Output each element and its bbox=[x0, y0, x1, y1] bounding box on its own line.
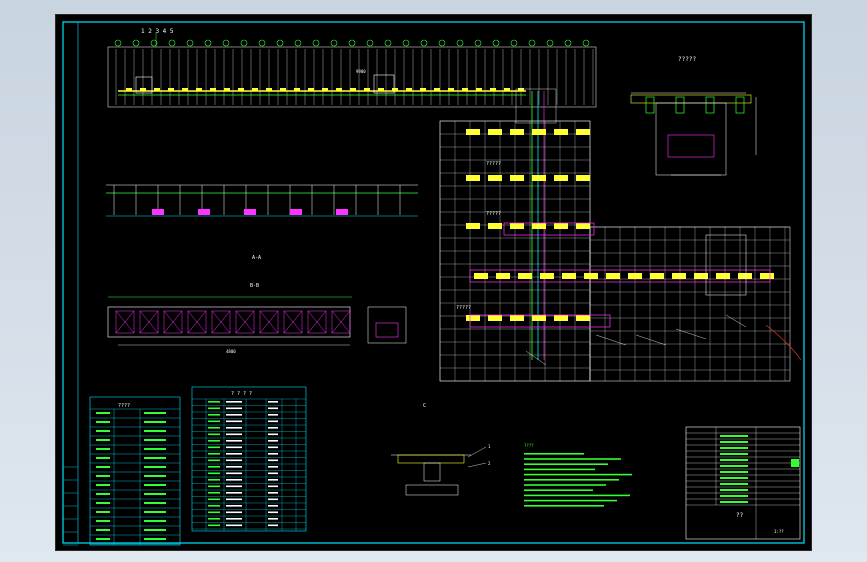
lower-dimension-label: 4800 bbox=[226, 349, 236, 354]
parameters-table: ???? bbox=[89, 396, 181, 546]
notes-header: ???? bbox=[524, 443, 534, 448]
top-left-callout: 1 2 3 4 5 bbox=[141, 28, 174, 35]
top-elevation-view: 1 2 3 4 5 9900 bbox=[107, 28, 597, 108]
top-dimension-label: 9900 bbox=[356, 69, 366, 74]
section-bb-label: B-B bbox=[250, 283, 259, 289]
plan-label-3: ????? bbox=[456, 305, 471, 311]
top-right-detail: ????? bbox=[630, 56, 757, 176]
detail-callout-2: 2 bbox=[488, 461, 491, 466]
drawing-canvas[interactable]: 1 2 3 4 5 9900 ????? ????? ????? ????? A… bbox=[55, 14, 812, 551]
title-block: ?? 1:?? bbox=[685, 426, 801, 540]
left-side-strip bbox=[63, 466, 78, 546]
bill-of-materials-table: ? ? ? ? bbox=[191, 386, 307, 532]
section-aa-label: A-A bbox=[252, 255, 261, 261]
title-block-name: ?? bbox=[736, 512, 744, 519]
drawing-border bbox=[62, 21, 805, 544]
bottom-detail-view: C 1 2 bbox=[391, 403, 491, 496]
cad-drawing: 1 2 3 4 5 9900 ????? ????? ????? ????? A… bbox=[62, 21, 805, 546]
plan-label-1: ????? bbox=[486, 161, 501, 167]
plan-view-grid: ????? ????? ????? bbox=[439, 120, 802, 382]
parameters-header: ???? bbox=[118, 403, 130, 409]
bom-header: ? ? ? ? bbox=[231, 391, 252, 397]
top-right-detail-title: ????? bbox=[678, 56, 696, 63]
technical-notes: ???? bbox=[524, 443, 632, 507]
plan-label-2: ????? bbox=[486, 211, 501, 217]
mid-left-section: A-A bbox=[106, 184, 418, 261]
title-block-scale: 1:?? bbox=[774, 529, 784, 534]
detail-title: C bbox=[423, 403, 426, 409]
cad-viewport: 1 2 3 4 5 9900 ????? ????? ????? ????? A… bbox=[0, 0, 867, 562]
lower-left-section: 4800 B-B bbox=[107, 283, 407, 354]
detail-callout-1: 1 bbox=[488, 444, 491, 449]
